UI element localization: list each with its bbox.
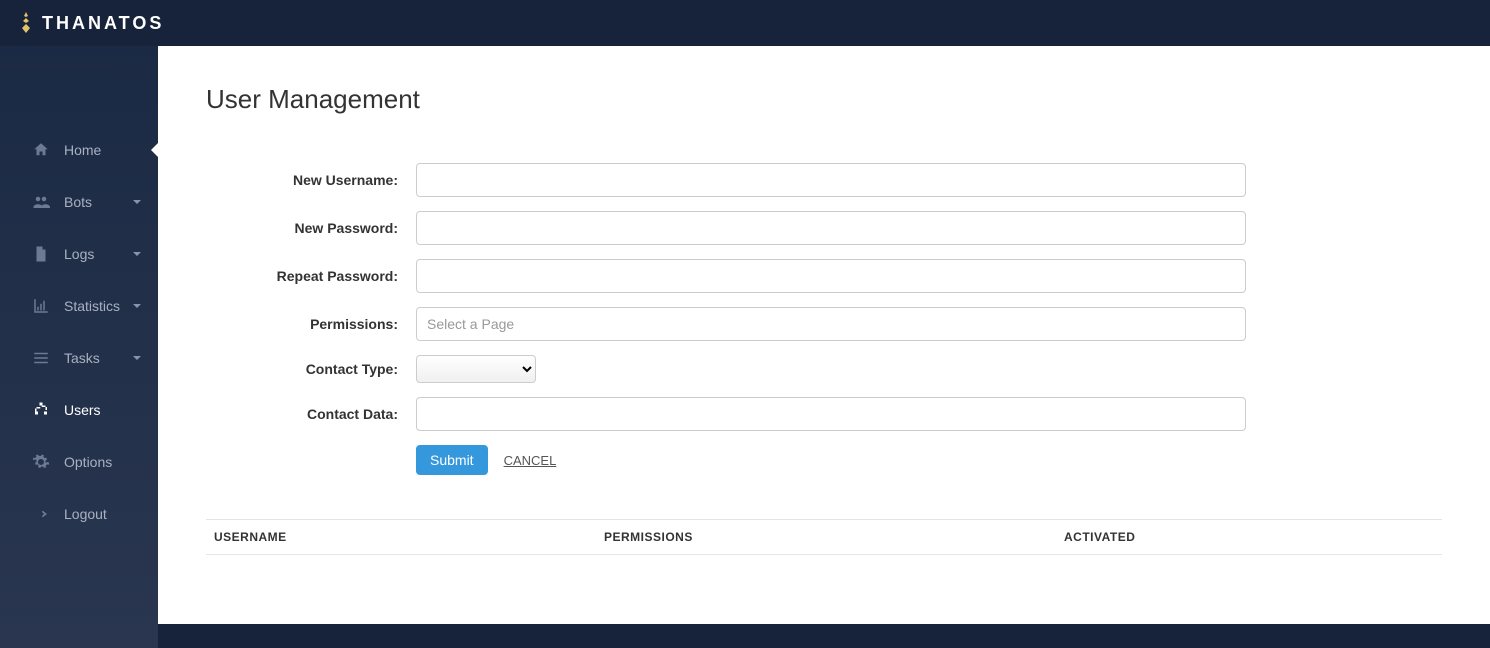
- new-username-input[interactable]: [416, 163, 1246, 197]
- contact-type-select[interactable]: [416, 355, 536, 383]
- chevron-down-icon: [132, 301, 142, 311]
- sidebar-item-label: Tasks: [64, 350, 132, 366]
- chevron-down-icon: [132, 249, 142, 259]
- sidebar-item-options[interactable]: Options: [0, 436, 158, 488]
- users-table: USERNAME PERMISSIONS ACTIVATED: [206, 519, 1442, 555]
- sidebar-item-tasks[interactable]: Tasks: [0, 332, 158, 384]
- page-title: User Management: [206, 84, 1442, 115]
- file-icon: [32, 245, 50, 263]
- chevron-down-icon: [132, 197, 142, 207]
- sidebar-item-label: Statistics: [64, 298, 132, 314]
- sidebar-item-logs[interactable]: Logs: [0, 228, 158, 280]
- sidebar-item-label: Bots: [64, 194, 132, 210]
- brand[interactable]: THANATOS: [18, 11, 164, 35]
- chevron-down-icon: [132, 353, 142, 363]
- main-panel: User Management New Username: New Passwo…: [158, 46, 1490, 624]
- permissions-input[interactable]: [416, 307, 1246, 341]
- sidebar-item-statistics[interactable]: Statistics: [0, 280, 158, 332]
- submit-button[interactable]: Submit: [416, 445, 488, 475]
- home-icon: [32, 141, 50, 159]
- sidebar-item-label: Home: [64, 142, 142, 158]
- sitemap-icon: [32, 401, 50, 419]
- label-contact-type: Contact Type:: [206, 361, 416, 377]
- th-activated: ACTIVATED: [1056, 520, 1442, 555]
- sidebar-item-label: Options: [64, 454, 142, 470]
- gear-icon: [32, 453, 50, 471]
- tasks-icon: [32, 349, 50, 367]
- label-permissions: Permissions:: [206, 316, 416, 332]
- sidebar-item-label: Users: [64, 402, 142, 418]
- user-form: New Username: New Password: Repeat Passw…: [206, 163, 1246, 475]
- sidebar-item-bots[interactable]: Bots: [0, 176, 158, 228]
- brand-text: THANATOS: [42, 13, 164, 34]
- cancel-button[interactable]: CANCEL: [504, 453, 557, 468]
- brand-icon: [18, 11, 34, 35]
- new-password-input[interactable]: [416, 211, 1246, 245]
- contact-data-input[interactable]: [416, 397, 1246, 431]
- sidebar-item-logout[interactable]: Logout: [0, 488, 158, 540]
- logout-icon: [32, 505, 50, 523]
- repeat-password-input[interactable]: [416, 259, 1246, 293]
- sidebar-item-label: Logs: [64, 246, 132, 262]
- th-username: USERNAME: [206, 520, 596, 555]
- label-new-username: New Username:: [206, 172, 416, 188]
- sidebar-item-home[interactable]: Home: [0, 124, 158, 176]
- label-repeat-password: Repeat Password:: [206, 268, 416, 284]
- bar-chart-icon: [32, 297, 50, 315]
- label-contact-data: Contact Data:: [206, 406, 416, 422]
- topbar: THANATOS: [0, 0, 1490, 46]
- sidebar-item-label: Logout: [64, 506, 142, 522]
- sidebar: Home Bots Logs: [0, 46, 158, 648]
- label-new-password: New Password:: [206, 220, 416, 236]
- users-group-icon: [32, 193, 50, 211]
- th-permissions: PERMISSIONS: [596, 520, 1056, 555]
- sidebar-item-users[interactable]: Users: [0, 384, 158, 436]
